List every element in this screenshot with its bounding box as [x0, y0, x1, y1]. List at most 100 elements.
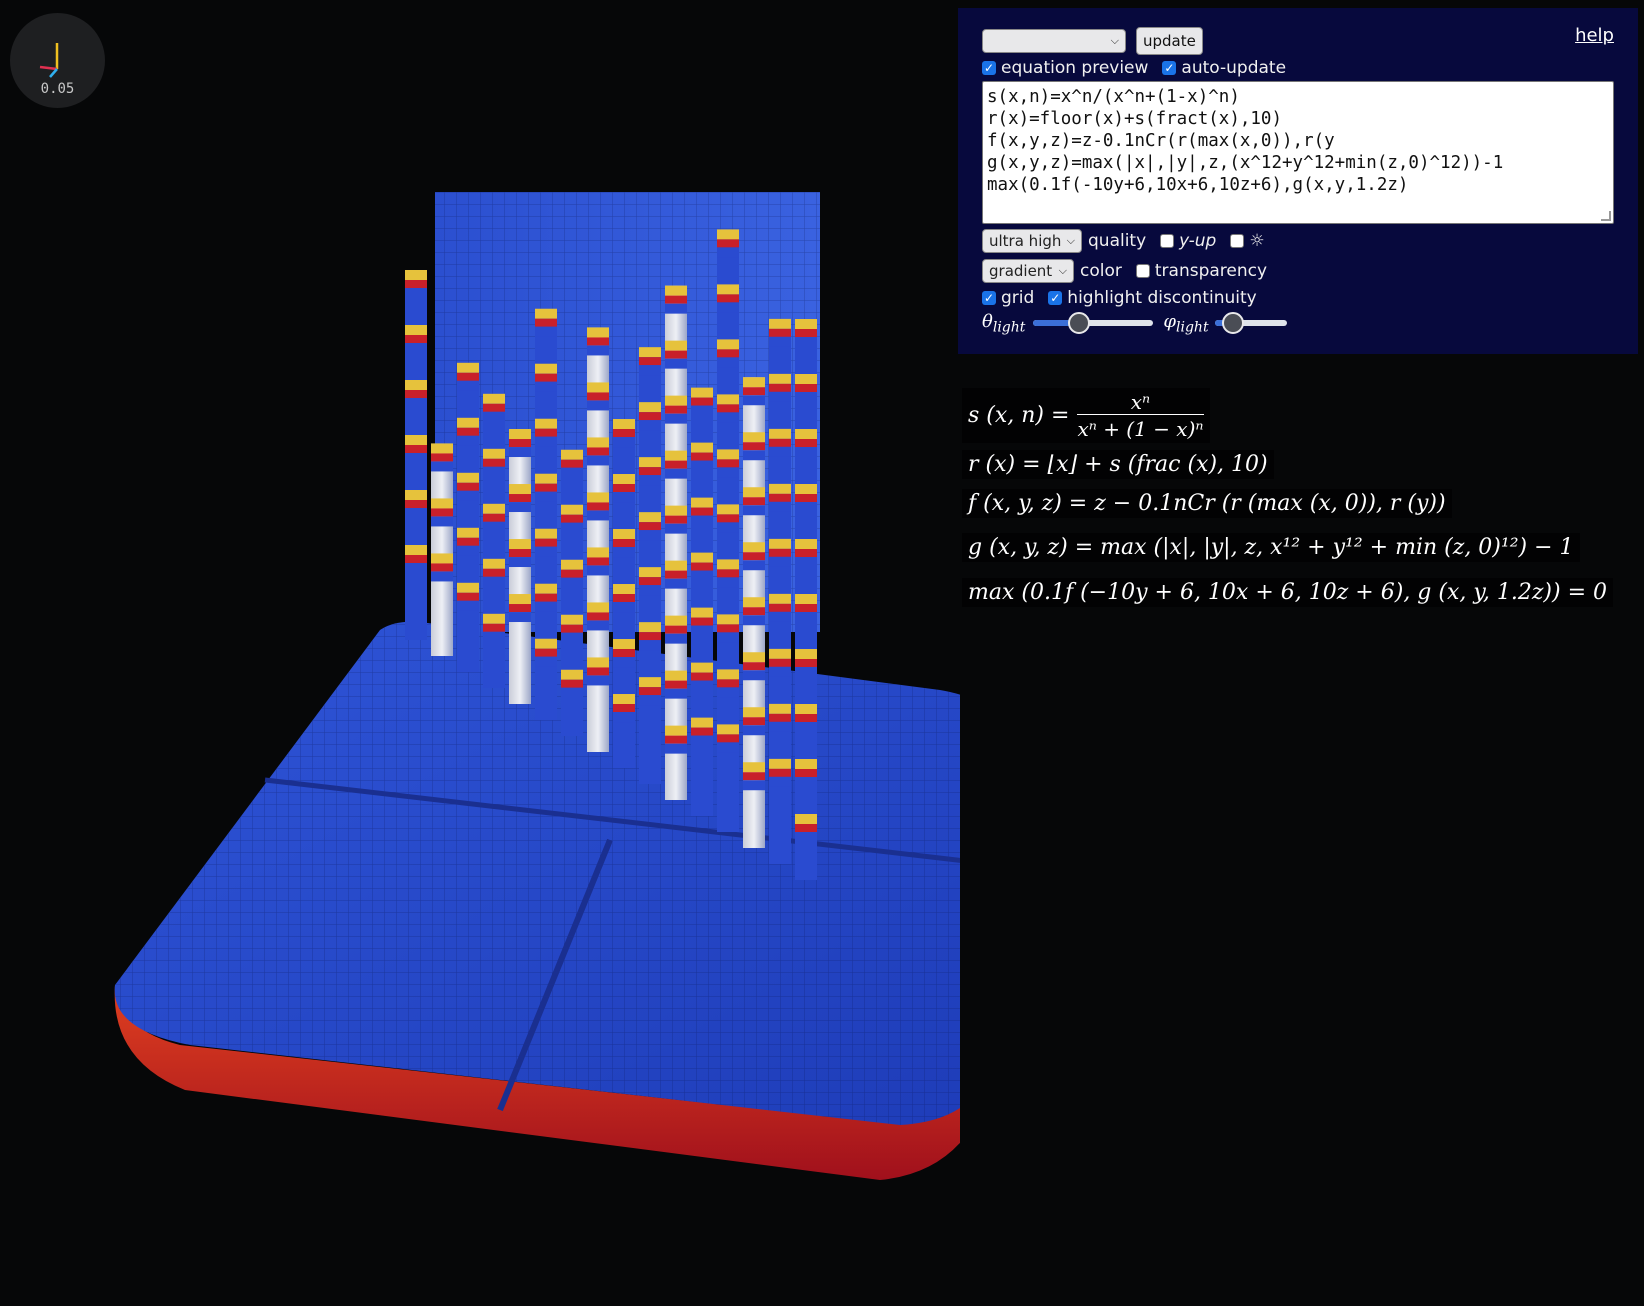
surface-band — [691, 497, 713, 508]
surface-band — [457, 362, 479, 373]
surface-band — [743, 395, 765, 406]
surface-band — [535, 428, 557, 437]
surface-band — [561, 687, 583, 698]
surface-band — [769, 768, 791, 777]
surface-column — [431, 443, 453, 656]
surface-band — [613, 694, 635, 705]
surface-band — [743, 497, 765, 506]
surface-band — [769, 666, 791, 677]
surface-band — [717, 339, 739, 350]
surface-band — [639, 347, 661, 358]
surface-band — [457, 582, 479, 593]
surface-band — [587, 455, 609, 466]
surface-band — [691, 625, 713, 636]
theta-light-slider[interactable] — [1033, 312, 1154, 335]
surface-band — [457, 545, 479, 556]
surface-band — [743, 772, 765, 781]
surface-band — [691, 607, 713, 618]
surface-band — [431, 553, 453, 564]
surface-band — [535, 656, 557, 667]
preset-select[interactable]: ⌵ — [982, 29, 1126, 53]
surface-band — [795, 373, 817, 384]
surface-band — [535, 638, 557, 649]
surface-band — [561, 522, 583, 533]
surface-band — [769, 501, 791, 512]
surface-band — [561, 577, 583, 588]
surface-band — [405, 270, 427, 280]
eq-f: f (x, y, z) = z − 0.1nCr (r (max (x, 0))… — [962, 489, 1452, 518]
help-link[interactable]: help — [1575, 25, 1614, 46]
surface-band — [743, 542, 765, 553]
update-button[interactable]: update — [1136, 27, 1203, 55]
surface-band — [743, 717, 765, 726]
grid-checkbox[interactable] — [982, 291, 996, 305]
surface-band — [743, 432, 765, 443]
control-panel: ⌵ update help equation preview auto-upda… — [958, 8, 1638, 354]
surface-band — [665, 505, 687, 516]
surface-band — [743, 662, 765, 671]
surface-band — [665, 570, 687, 579]
surface-band — [665, 578, 687, 589]
quality-select[interactable]: ultra high ⌵ — [982, 229, 1082, 253]
equation-textarea[interactable]: s(x,n)=x^n/(x^n+(1-x)^n) r(x)=floor(x)+s… — [982, 81, 1614, 224]
surface-band — [509, 439, 531, 448]
equation-preview-checkbox[interactable] — [982, 61, 996, 75]
surface-band — [665, 340, 687, 351]
surface-band — [691, 452, 713, 461]
surface-band — [587, 667, 609, 676]
surface-band — [483, 631, 505, 642]
light-toggle-checkbox[interactable] — [1230, 234, 1245, 248]
surface-band — [691, 662, 713, 673]
surface-band — [795, 776, 817, 787]
y-up-label: y-up — [1179, 231, 1217, 251]
surface-band — [743, 652, 765, 663]
y-up-checkbox[interactable] — [1160, 234, 1175, 248]
equation-preview-label: equation preview — [1001, 58, 1149, 78]
surface-band — [405, 335, 427, 343]
surface-band — [665, 743, 687, 754]
surface-band — [561, 669, 583, 680]
surface-band — [535, 363, 557, 374]
surface-band — [639, 357, 661, 366]
surface-band — [717, 669, 739, 680]
surface-band — [613, 474, 635, 485]
surface-band — [405, 500, 427, 508]
surface-band — [665, 350, 687, 359]
surface-band — [717, 569, 739, 578]
axis-gizmo[interactable]: 0.05 — [10, 13, 105, 108]
eq-s-numerator: xⁿ — [1130, 390, 1151, 414]
surface-band — [457, 380, 479, 391]
surface-band — [535, 593, 557, 602]
surface-band — [691, 735, 713, 746]
surface-band — [691, 507, 713, 516]
transparency-checkbox[interactable] — [1135, 264, 1150, 278]
surface-band — [535, 601, 557, 612]
surface-band — [613, 584, 635, 595]
surface-band — [405, 508, 427, 518]
surface-band — [769, 328, 791, 337]
surface-band — [717, 614, 739, 625]
surface-band — [795, 493, 817, 502]
surface-band — [613, 437, 635, 448]
surface-band — [587, 547, 609, 558]
surface-band — [769, 391, 791, 402]
surface-band — [561, 449, 583, 460]
surface-band — [743, 780, 765, 791]
3d-viewport[interactable] — [0, 0, 960, 1306]
surface-band — [405, 555, 427, 563]
auto-update-checkbox[interactable] — [1162, 61, 1177, 75]
surface-band — [795, 758, 817, 769]
phi-light-slider[interactable] — [1214, 312, 1287, 335]
surface-band — [795, 611, 817, 622]
highlight-discontinuity-checkbox[interactable] — [1048, 291, 1063, 305]
grid-label: grid — [1001, 288, 1035, 308]
surface-band — [717, 284, 739, 295]
surface-band — [535, 491, 557, 502]
surface-band — [665, 468, 687, 479]
surface-band — [431, 516, 453, 527]
surface-band — [717, 459, 739, 468]
surface-band — [639, 687, 661, 696]
surface-band — [457, 592, 479, 601]
color-select[interactable]: gradient ⌵ — [982, 259, 1074, 283]
surface-band — [795, 318, 817, 329]
